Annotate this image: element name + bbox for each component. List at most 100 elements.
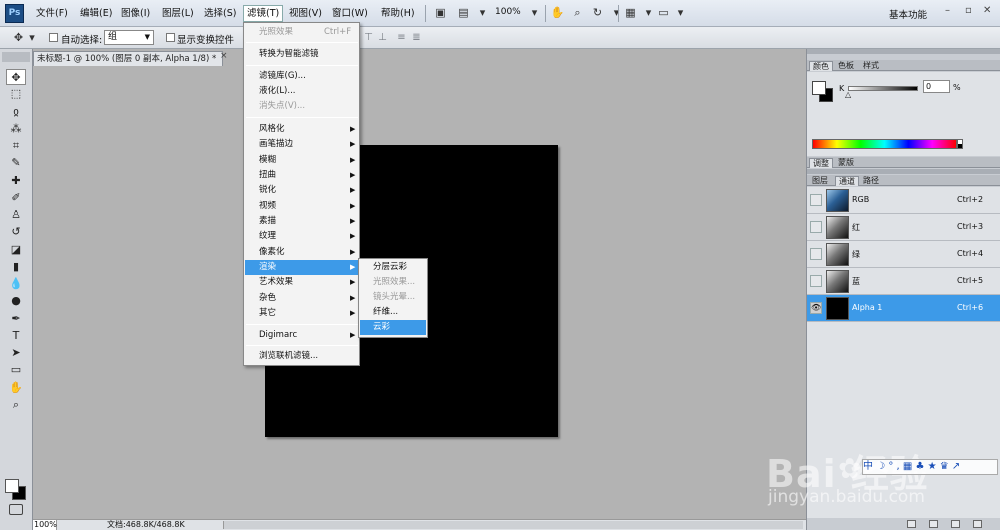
menu-view[interactable]: 视图(V) — [289, 7, 322, 21]
trash-icon[interactable] — [973, 520, 982, 528]
eye-icon[interactable]: 👁 — [810, 302, 822, 314]
save-selection-icon[interactable] — [929, 520, 938, 528]
gradient-tool-icon[interactable]: ▮ — [6, 259, 26, 275]
channel-row-green[interactable]: 绿 Ctrl+4 — [807, 241, 1000, 268]
render-lens-flare[interactable]: 镜头光晕... — [360, 290, 426, 305]
minibridge-icon[interactable]: ▤ — [455, 5, 472, 21]
filter-menu-texture[interactable]: 纹理 ▶ — [245, 229, 358, 244]
filter-menu-convert-smart[interactable]: 转换为智能滤镜 — [245, 47, 358, 62]
chevron-down-icon[interactable]: ▾ — [526, 5, 543, 21]
channel-row-rgb[interactable]: RGB Ctrl+2 — [807, 187, 1000, 214]
filter-menu-video[interactable]: 视频 ▶ — [245, 199, 358, 214]
channel-row-alpha1[interactable]: 👁 Alpha 1 Ctrl+6 — [807, 295, 1000, 322]
menu-image[interactable]: 图像(I) — [121, 7, 150, 21]
tab-channels[interactable]: 通道 — [835, 176, 859, 186]
filter-menu-other[interactable]: 其它 ▶ — [245, 306, 358, 321]
path-selection-tool-icon[interactable]: ➤ — [6, 345, 26, 361]
horizontal-scrollbar[interactable] — [223, 521, 803, 529]
document-tab[interactable]: 未标题-1 @ 100% (图层 0 副本, Alpha 1/8) * — [33, 51, 223, 66]
foreground-color-swatch[interactable] — [5, 479, 19, 493]
eyedropper-tool-icon[interactable]: ✎ — [6, 155, 26, 171]
blur-tool-icon[interactable]: 💧 — [6, 276, 26, 292]
filter-menu-sharpen[interactable]: 锐化 ▶ — [245, 183, 358, 198]
chevron-down-icon[interactable]: ▾ — [28, 30, 36, 46]
magic-wand-tool-icon[interactable]: ⁂ — [6, 121, 26, 137]
new-channel-icon[interactable] — [951, 520, 960, 528]
filter-menu-blur[interactable]: 模糊 ▶ — [245, 153, 358, 168]
color-spectrum-bar[interactable] — [812, 139, 957, 149]
show-transform-checkbox[interactable] — [166, 33, 175, 42]
k-channel-value[interactable]: 0 — [923, 80, 950, 93]
tab-swatches[interactable]: 色板 — [835, 61, 857, 71]
render-clouds[interactable]: 云彩 — [360, 320, 426, 335]
filter-menu-gallery[interactable]: 滤镜库(G)... — [245, 69, 358, 84]
marquee-tool-icon[interactable]: ⬚ — [6, 86, 26, 102]
crop-tool-icon[interactable]: ⌗ — [6, 138, 26, 154]
visibility-toggle[interactable] — [810, 221, 822, 233]
tab-styles[interactable]: 样式 — [860, 61, 882, 71]
close-icon[interactable]: ✕ — [983, 5, 991, 16]
filter-menu-sketch[interactable]: 素描 ▶ — [245, 214, 358, 229]
eraser-tool-icon[interactable]: ◪ — [6, 242, 26, 258]
menu-edit[interactable]: 编辑(E) — [80, 7, 112, 21]
move-tool-icon[interactable]: ✥ — [6, 69, 26, 85]
history-brush-tool-icon[interactable]: ↺ — [6, 224, 26, 240]
render-lighting-effects[interactable]: 光照效果... — [360, 275, 426, 290]
menu-select[interactable]: 选择(S) — [204, 7, 236, 21]
panel-grip[interactable] — [807, 169, 1000, 174]
load-selection-icon[interactable] — [907, 520, 916, 528]
bridge-icon[interactable]: ▣ — [432, 5, 449, 21]
document-size-info[interactable]: 文档:468.8K/468.8K — [107, 520, 185, 530]
distribute-icon[interactable]: ≡ — [395, 31, 408, 44]
menu-filter[interactable]: 滤镜(T) — [243, 5, 284, 22]
workspace-switcher[interactable]: 基本功能 — [889, 7, 927, 21]
hand-tool-icon[interactable]: ✋ — [6, 380, 26, 396]
type-tool-icon[interactable]: T — [6, 328, 26, 344]
tab-layers[interactable]: 图层 — [809, 176, 831, 186]
filter-menu-noise[interactable]: 杂色 ▶ — [245, 291, 358, 306]
tab-paths[interactable]: 路径 — [860, 176, 882, 186]
filter-menu-stylize[interactable]: 风格化 ▶ — [245, 122, 358, 137]
filter-menu-pixelate[interactable]: 像素化 ▶ — [245, 245, 358, 260]
filter-menu-distort[interactable]: 扭曲 ▶ — [245, 168, 358, 183]
zoom-tool-icon[interactable]: ⌕ — [6, 397, 26, 413]
rotate-view-icon[interactable]: ↻ — [589, 5, 606, 21]
render-difference-clouds[interactable]: 分层云彩 — [360, 260, 426, 275]
clone-stamp-tool-icon[interactable]: ♙ — [6, 207, 26, 223]
dodge-tool-icon[interactable]: ● — [6, 293, 26, 309]
k-channel-slider[interactable] — [848, 86, 918, 91]
zoom-tool-icon[interactable]: ⌕ — [569, 5, 586, 21]
auto-select-checkbox[interactable] — [49, 33, 58, 42]
filter-menu-brush-strokes[interactable]: 画笔描边 ▶ — [245, 137, 358, 152]
tab-masks[interactable]: 蒙版 — [835, 158, 857, 168]
screen-mode-icon[interactable]: ▭ — [655, 5, 672, 21]
hand-tool-icon[interactable]: ✋ — [549, 5, 566, 21]
tab-color[interactable]: 颜色 — [809, 61, 833, 71]
ime-toolbar[interactable]: 中 ☽ ° , ▦ ♣ ★ ♛ ↗ — [862, 459, 998, 475]
visibility-toggle[interactable] — [810, 194, 822, 206]
visibility-toggle[interactable] — [810, 248, 822, 260]
menu-help[interactable]: 帮助(H) — [381, 7, 415, 21]
chevron-down-icon[interactable]: ▾ — [672, 5, 689, 21]
menu-layer[interactable]: 图层(L) — [162, 7, 194, 21]
foreground-color-swatch[interactable] — [812, 81, 826, 95]
render-fibers[interactable]: 纤维... — [360, 305, 426, 320]
align-icon[interactable]: ⊤ — [362, 31, 375, 44]
filter-menu-render[interactable]: 渲染 ▶ — [245, 260, 358, 275]
move-tool-icon[interactable]: ✥ — [10, 30, 27, 46]
close-icon[interactable]: × — [220, 51, 228, 61]
tab-adjustments[interactable]: 调整 — [809, 158, 833, 168]
channel-row-blue[interactable]: 蓝 Ctrl+5 — [807, 268, 1000, 295]
minimize-icon[interactable]: – — [945, 5, 950, 16]
filter-menu-liquify[interactable]: 液化(L)... — [245, 84, 358, 99]
pen-tool-icon[interactable]: ✒ — [6, 311, 26, 327]
shape-tool-icon[interactable]: ▭ — [6, 362, 26, 378]
filter-menu-browse-online[interactable]: 浏览联机滤镜... — [245, 349, 358, 364]
distribute-icon[interactable]: ≣ — [410, 31, 423, 44]
panel-grip[interactable] — [2, 52, 30, 62]
filter-menu-digimarc[interactable]: Digimarc ▶ — [245, 328, 358, 343]
menu-file[interactable]: 文件(F) — [36, 7, 68, 21]
healing-brush-tool-icon[interactable]: ✚ — [6, 173, 26, 189]
filter-menu-vanishing-point[interactable]: 消失点(V)... — [245, 99, 358, 114]
slider-thumb-icon[interactable]: △ — [845, 90, 851, 99]
